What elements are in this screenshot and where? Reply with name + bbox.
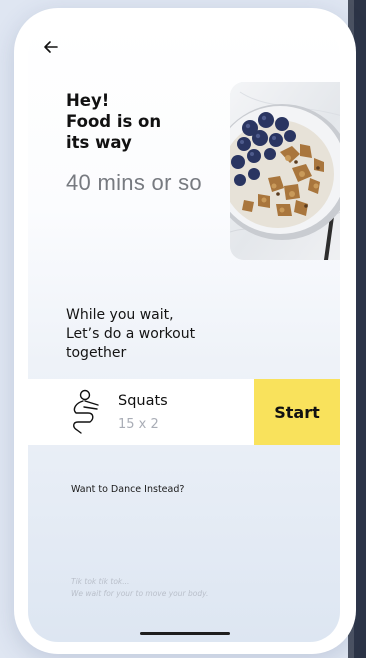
start-button[interactable]: Start [254, 379, 340, 445]
footnote: Tik tok tik tok... We wait for your to m… [71, 576, 208, 600]
hero-title-line-2: Food is on [66, 112, 162, 131]
delivery-eta: 40 mins or so [66, 170, 202, 195]
food-bowl-image [230, 82, 340, 260]
hero-title-line-3: its way [66, 133, 132, 152]
squat-figure-icon [68, 389, 100, 435]
workout-prompt-line-1: While you wait, [66, 307, 174, 323]
arrow-left-icon[interactable] [42, 38, 60, 56]
workout-prompt: While you wait, Let’s do a workout toget… [66, 306, 195, 363]
workout-prompt-line-2: Let’s do a workout [66, 326, 196, 342]
workout-row: Squats 15 x 2 Start [28, 379, 340, 445]
exercise-name: Squats [118, 393, 168, 409]
dance-instead-link[interactable]: Want to Dance Instead? [71, 484, 184, 495]
home-indicator[interactable] [140, 632, 230, 635]
hero-title-line-1: Hey! [66, 91, 110, 110]
footnote-line-2: We wait for your to move your body. [71, 589, 209, 598]
app-screen: Hey! Food is on its way 40 mins or so Wh… [28, 24, 340, 642]
footnote-line-1: Tik tok tik tok... [71, 577, 130, 586]
exercise-reps: 15 x 2 [118, 417, 159, 432]
hero-title: Hey! Food is on its way [66, 90, 161, 153]
workout-prompt-line-3: together [66, 345, 127, 361]
